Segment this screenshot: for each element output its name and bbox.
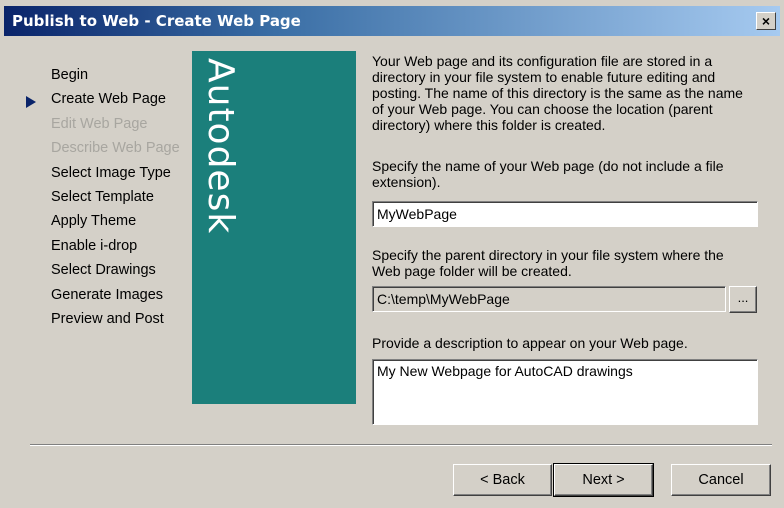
description-prompt: Provide a description to appear on your … <box>372 335 688 351</box>
step-begin: Begin <box>51 67 89 83</box>
close-icon: × <box>761 13 771 29</box>
parent-directory-input[interactable] <box>372 286 726 312</box>
back-button[interactable]: < Back <box>453 464 552 496</box>
web-page-name-input[interactable] <box>372 201 758 227</box>
publish-to-web-dialog: Publish to Web - Create Web Page × Begin… <box>0 0 784 508</box>
step-create-web-page: Create Web Page <box>51 91 166 108</box>
divider <box>30 444 772 446</box>
intro-text: Your Web page and its configuration file… <box>372 53 743 133</box>
step-describe-web-page: Describe Web Page <box>51 140 180 157</box>
close-button[interactable]: × <box>756 12 776 30</box>
autodesk-logo: Autodesk <box>200 58 241 235</box>
step-generate-images: Generate Images <box>51 286 164 303</box>
step-select-drawings: Select Drawings <box>51 262 156 279</box>
step-select-image-type: Select Image Type <box>51 164 171 181</box>
directory-prompt: Specify the parent directory in your fil… <box>372 247 724 279</box>
step-select-template: Select Template <box>51 188 154 205</box>
next-button[interactable]: Next > <box>553 463 654 497</box>
step-apply-theme: Apply Theme <box>51 213 137 230</box>
step-enable-i-drop: Enable i-drop <box>51 237 138 254</box>
wizard-steps: Begin Create Web Page Edit Web Page Desc… <box>51 66 191 334</box>
current-step-arrow-icon <box>26 96 36 108</box>
step-edit-web-page: Edit Web Page <box>51 115 148 132</box>
title-bar[interactable]: Publish to Web - Create Web Page × <box>4 6 780 36</box>
description-textarea[interactable]: My New Webpage for AutoCAD drawings <box>372 359 758 425</box>
name-prompt: Specify the name of your Web page (do no… <box>372 158 724 190</box>
step-preview-and-post: Preview and Post <box>51 310 164 327</box>
browse-button[interactable]: ... <box>729 286 757 313</box>
window-title: Publish to Web - Create Web Page <box>12 12 301 30</box>
cancel-button[interactable]: Cancel <box>671 464 771 496</box>
